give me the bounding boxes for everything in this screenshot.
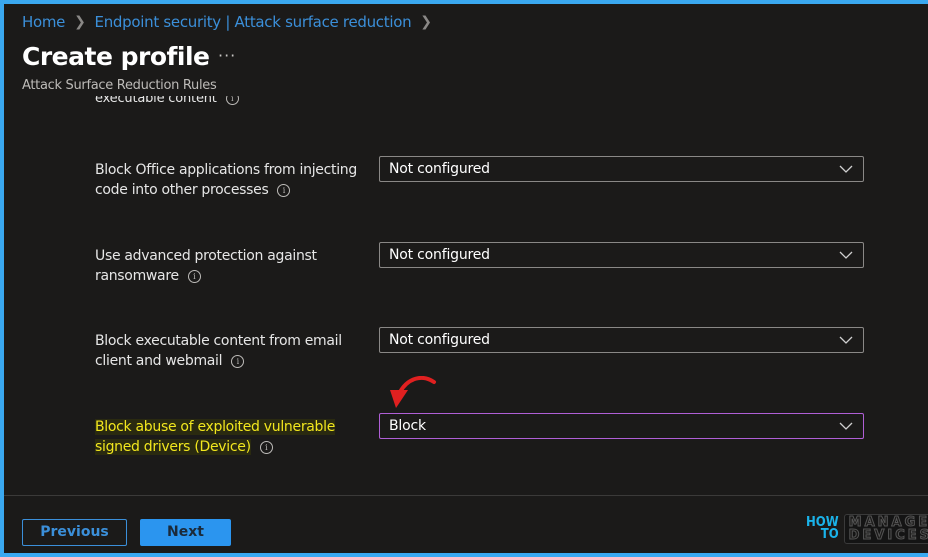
setting-label-office-injection: Block Office applications from injecting… xyxy=(95,160,365,200)
info-icon[interactable]: i xyxy=(187,269,201,283)
setting-label-ransomware: Use advanced protection against ransomwa… xyxy=(95,246,365,286)
breadcrumb-endpoint-security[interactable]: Endpoint security | Attack surface reduc… xyxy=(95,13,412,31)
dropdown-value: Not configured xyxy=(389,161,490,177)
dropdown-value: Not configured xyxy=(389,332,490,348)
chevron-down-icon xyxy=(839,165,853,173)
create-profile-panel: Home ❯ Endpoint security | Attack surfac… xyxy=(4,4,928,553)
logo-how-to: HOW TO xyxy=(806,516,839,542)
footer-divider xyxy=(4,495,928,496)
page-subtitle: Attack Surface Reduction Rules xyxy=(22,78,217,93)
setting-label-text: Block executable content from email clie… xyxy=(95,333,342,369)
chevron-down-icon xyxy=(839,422,853,430)
more-options-button[interactable]: ··· xyxy=(218,46,236,65)
logo-devices: DEVICES xyxy=(848,528,928,543)
next-button[interactable]: Next xyxy=(140,519,231,546)
setting-label-vulnerable-drivers: Block abuse of exploited vulnerable sign… xyxy=(95,417,365,457)
setting-dropdown-email-executable[interactable]: Not configured xyxy=(379,327,864,353)
clipped-label-text: executable content xyxy=(95,96,217,106)
setting-dropdown-ransomware[interactable]: Not configured xyxy=(379,242,864,268)
info-icon[interactable]: i xyxy=(225,96,239,105)
setting-label-email-executable: Block executable content from email clie… xyxy=(95,331,365,371)
setting-label-text: Use advanced protection against ransomwa… xyxy=(95,248,317,284)
breadcrumb-home[interactable]: Home xyxy=(22,13,65,31)
info-icon[interactable]: i xyxy=(277,183,291,197)
logo-to: TO xyxy=(820,527,839,542)
previous-button[interactable]: Previous xyxy=(22,519,127,546)
chevron-down-icon xyxy=(839,251,853,259)
setting-label-text: Block Office applications from injecting… xyxy=(95,162,357,198)
dropdown-value: Block xyxy=(389,418,426,434)
page-title: Create profile xyxy=(22,42,210,71)
annotation-arrow-icon xyxy=(390,376,436,408)
info-icon[interactable]: i xyxy=(259,440,273,454)
clipped-setting-label: executable content i xyxy=(95,96,239,108)
info-icon[interactable]: i xyxy=(231,354,245,368)
how-to-manage-devices-logo: HOW TO MANAGE DEVICES xyxy=(806,512,928,546)
setting-label-text: Block abuse of exploited vulnerable sign… xyxy=(95,419,336,455)
chevron-down-icon xyxy=(839,336,853,344)
breadcrumb: Home ❯ Endpoint security | Attack surfac… xyxy=(22,13,441,31)
chevron-right-icon: ❯ xyxy=(420,14,432,30)
dropdown-value: Not configured xyxy=(389,247,490,263)
setting-dropdown-office-injection[interactable]: Not configured xyxy=(379,156,864,182)
logo-manage-devices: MANAGE DEVICES xyxy=(843,514,928,544)
setting-dropdown-vulnerable-drivers[interactable]: Block xyxy=(379,413,864,439)
chevron-right-icon: ❯ xyxy=(74,14,86,30)
